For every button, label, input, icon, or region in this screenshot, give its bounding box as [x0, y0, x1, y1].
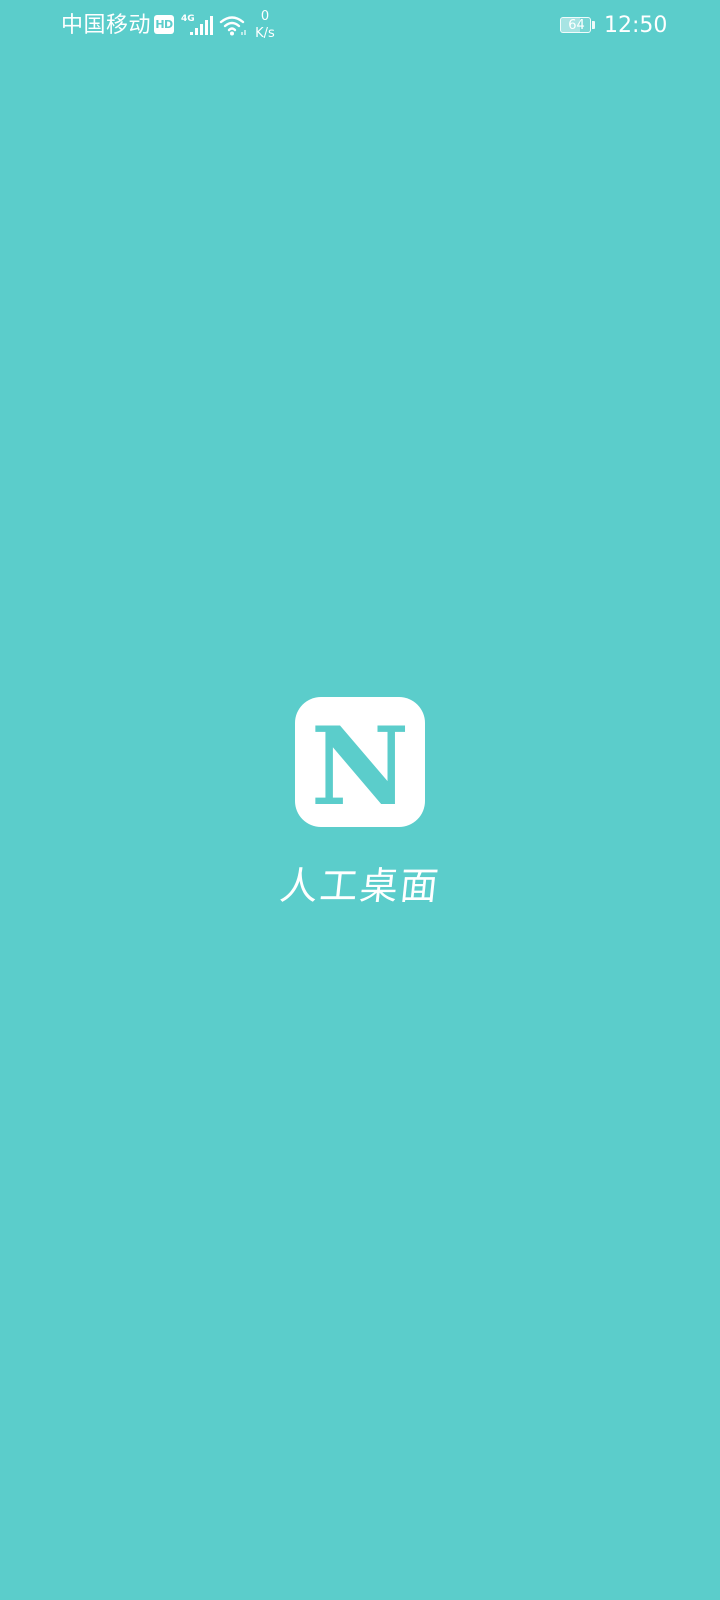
app-logo: N [295, 697, 425, 827]
network-speed: 0 K/s [250, 8, 280, 42]
logo-n-icon: N [311, 704, 410, 827]
signal-icon [190, 16, 213, 35]
network-speed-value: 0 [260, 9, 270, 24]
hd-icon: HD [154, 15, 174, 34]
battery-level: 64 [568, 18, 585, 33]
status-bar: 中国移动 HD 4G 0 K/s 64 12:50 [0, 0, 720, 54]
network-speed-unit: K/s [255, 26, 275, 41]
logo-letter: N [311, 704, 410, 827]
battery-icon: 64 [560, 17, 596, 35]
battery-tip [592, 21, 595, 29]
battery-body: 64 [560, 17, 591, 33]
wifi-icon [219, 16, 246, 36]
app-name: 人工桌面 [277, 864, 443, 908]
clock: 12:50 [604, 13, 668, 38]
carrier-name: 中国移动 [61, 13, 152, 38]
